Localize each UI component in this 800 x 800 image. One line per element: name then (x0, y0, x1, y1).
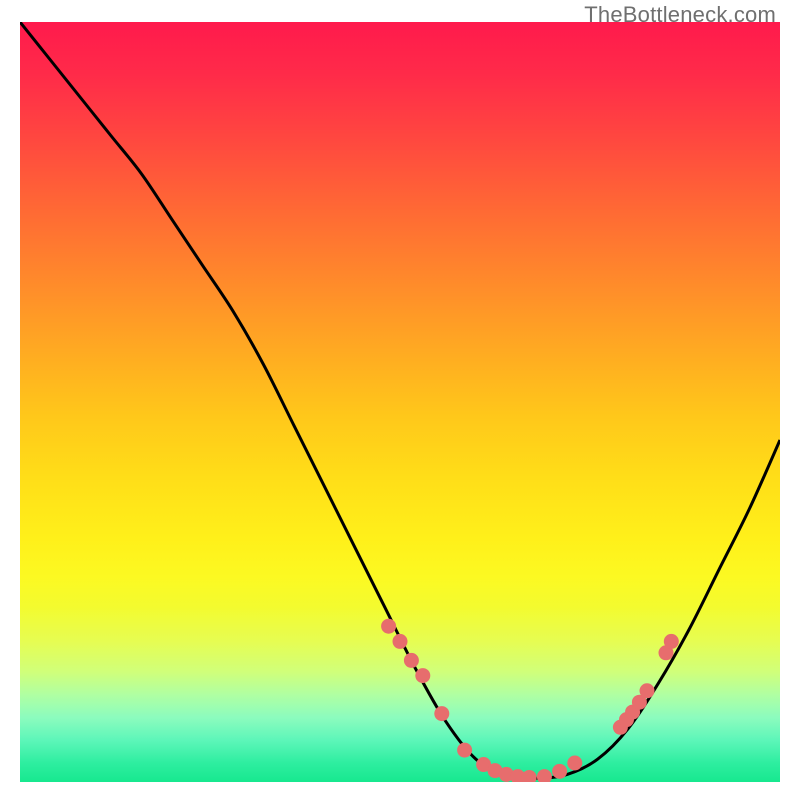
data-point (457, 743, 472, 758)
data-point (393, 634, 408, 649)
data-point (567, 756, 582, 771)
data-point (415, 668, 430, 683)
data-point (664, 634, 679, 649)
data-point (434, 706, 449, 721)
plot-area (20, 22, 780, 782)
data-point (381, 619, 396, 634)
data-point (404, 653, 419, 668)
data-point (640, 683, 655, 698)
chart-container: TheBottleneck.com (0, 0, 800, 800)
data-point (552, 764, 567, 779)
chart-svg (20, 22, 780, 782)
